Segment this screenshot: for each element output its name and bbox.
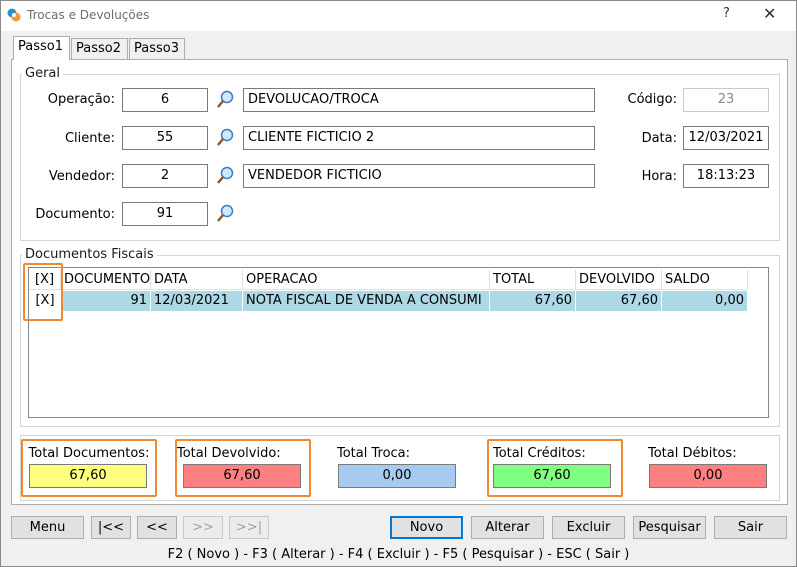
hora-label: Hora:	[641, 169, 677, 184]
row-devolvido[interactable]: 67,60	[576, 291, 662, 311]
row-documento[interactable]: 91	[61, 291, 151, 311]
app-logo-icon	[7, 8, 21, 22]
previous-record-button[interactable]: <<	[137, 516, 177, 539]
total-debitos-value: 0,00	[649, 464, 767, 488]
cliente-label: Cliente:	[64, 131, 115, 146]
cliente-code-input[interactable]: 55	[122, 126, 208, 150]
operacao-label: Operação:	[47, 92, 115, 107]
grid-header-total[interactable]: TOTAL	[490, 270, 576, 290]
vendedor-desc-field[interactable]: VENDEDOR FICTICIO	[243, 164, 595, 188]
close-button[interactable]: ✕	[763, 4, 776, 23]
shortcut-hints: F2 ( Novo ) - F3 ( Alterar ) - F4 ( Excl…	[167, 547, 630, 562]
first-record-button[interactable]: |<<	[91, 516, 131, 539]
operacao-lookup-icon[interactable]	[214, 88, 236, 112]
docs-group-title: Documentos Fiscais	[22, 247, 157, 262]
tab-passo1[interactable]: Passo1	[13, 36, 70, 60]
last-record-button[interactable]: >>|	[229, 516, 269, 539]
grid-header-devolvido[interactable]: DEVOLVIDO	[576, 270, 662, 290]
codigo-label: Código:	[627, 92, 677, 107]
pesquisar-button[interactable]: Pesquisar	[633, 516, 706, 539]
grid-header-operacao[interactable]: OPERACAO	[243, 270, 490, 290]
grid-header-data[interactable]: DATA	[151, 270, 243, 290]
row-data[interactable]: 12/03/2021	[151, 291, 243, 311]
geral-group-title: Geral	[22, 66, 63, 81]
data-label: Data:	[641, 131, 677, 146]
alterar-button[interactable]: Alterar	[471, 516, 544, 539]
total-troca-value: 0,00	[338, 464, 456, 488]
data-input[interactable]: 12/03/2021	[683, 126, 769, 150]
row-saldo[interactable]: 0,00	[662, 291, 748, 311]
total-troca-label: Total Troca:	[337, 446, 411, 461]
documento-code-input[interactable]: 91	[122, 202, 208, 226]
grid-header-saldo[interactable]: SALDO	[662, 270, 748, 290]
title-bar: Trocas e Devoluções ? ✕	[1, 1, 796, 31]
total-creditos-highlight	[487, 439, 623, 497]
hora-input[interactable]: 18:13:23	[683, 164, 769, 188]
vendedor-code-input[interactable]: 2	[122, 164, 208, 188]
docs-grid[interactable]: [X] DOCUMENTO DATA OPERACAO TOTAL DEVOLV…	[28, 267, 769, 418]
menu-button[interactable]: Menu	[11, 516, 84, 539]
help-button[interactable]: ?	[723, 6, 730, 21]
operacao-code-input[interactable]: 6	[122, 88, 208, 112]
total-debitos-label: Total Débitos:	[648, 446, 737, 461]
next-record-button[interactable]: >>	[183, 516, 223, 539]
row-operacao[interactable]: NOTA FISCAL DE VENDA A CONSUMI	[243, 291, 490, 311]
grid-header-documento[interactable]: DOCUMENTO	[61, 270, 151, 290]
sair-button[interactable]: Sair	[714, 516, 787, 539]
select-column-highlight	[23, 263, 63, 321]
total-documentos-highlight	[21, 439, 157, 497]
excluir-button[interactable]: Excluir	[552, 516, 625, 539]
documento-label: Documento:	[35, 207, 115, 222]
row-total[interactable]: 67,60	[490, 291, 576, 311]
documento-lookup-icon[interactable]	[214, 202, 236, 226]
tab-passo3[interactable]: Passo3	[129, 38, 185, 60]
codigo-field: 23	[683, 88, 769, 112]
total-devolvido-highlight	[175, 439, 311, 497]
window-title: Trocas e Devoluções	[27, 8, 150, 22]
tab-passo2[interactable]: Passo2	[71, 38, 128, 60]
vendedor-label: Vendedor:	[48, 169, 115, 184]
operacao-desc-field[interactable]: DEVOLUCAO/TROCA	[243, 88, 595, 112]
vendedor-lookup-icon[interactable]	[214, 164, 236, 188]
cliente-desc-field[interactable]: CLIENTE FICTICIO 2	[243, 126, 595, 150]
novo-button[interactable]: Novo	[390, 516, 463, 539]
main-window: Trocas e Devoluções ? ✕ Passo1 Passo2 Pa…	[0, 0, 797, 567]
cliente-lookup-icon[interactable]	[214, 126, 236, 150]
